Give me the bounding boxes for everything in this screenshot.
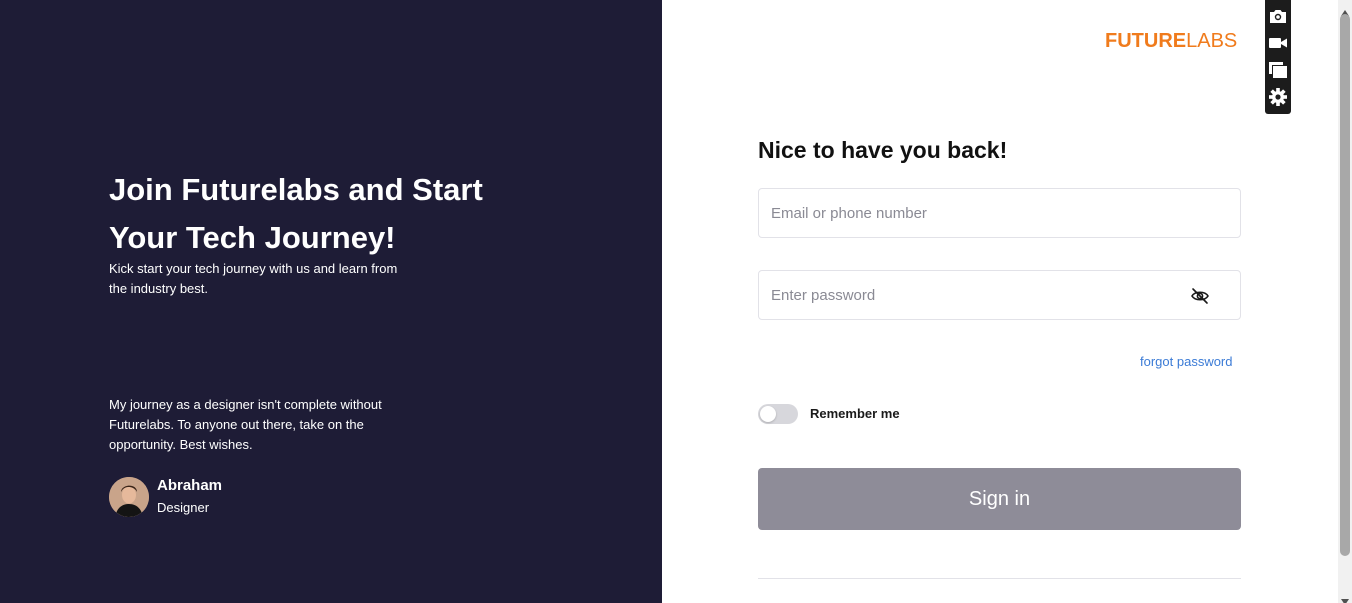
eye-off-icon[interactable] xyxy=(1190,286,1210,306)
hero-subtitle: Kick start your tech journey with us and… xyxy=(109,261,398,296)
floating-toolbar xyxy=(1265,0,1291,114)
left-panel: Join Futurelabs and Start Your Tech Jour… xyxy=(0,0,662,603)
forgot-password-link[interactable]: forgot password xyxy=(1140,353,1233,371)
testimonial-quote: My journey as a designer isn't complete … xyxy=(109,397,382,452)
video-icon[interactable] xyxy=(1268,33,1288,53)
password-input[interactable] xyxy=(759,271,1240,319)
email-input[interactable] xyxy=(759,189,1240,237)
author-role: Designer xyxy=(157,500,210,515)
windows-icon[interactable] xyxy=(1268,60,1288,80)
testimonial-author: Abraham Designer xyxy=(109,476,222,518)
toggle-knob xyxy=(760,406,776,422)
logo-text-strong: FUTURE xyxy=(1105,30,1187,52)
avatar xyxy=(109,477,149,517)
scroll-down-arrow-icon[interactable] xyxy=(1341,592,1349,603)
author-name: Abraham xyxy=(157,477,223,494)
divider xyxy=(758,578,1241,579)
password-field xyxy=(758,270,1241,320)
camera-icon[interactable] xyxy=(1268,6,1288,26)
form-title: Nice to have you back! xyxy=(758,137,1008,163)
scroll-thumb[interactable] xyxy=(1340,14,1350,556)
futurelabs-logo[interactable]: FUTURELABS xyxy=(1105,30,1237,52)
email-field xyxy=(758,188,1241,238)
page-scrollbar[interactable] xyxy=(1338,0,1352,603)
hero-title: Join Futurelabs and Start Your Tech Jour… xyxy=(109,172,483,255)
remember-me-label: Remember me xyxy=(810,406,900,421)
remember-me-toggle[interactable] xyxy=(758,404,798,424)
sign-in-button[interactable]: Sign in xyxy=(758,468,1241,530)
scroll-up-arrow-icon[interactable] xyxy=(1341,3,1349,16)
logo-text-light: LABS xyxy=(1186,30,1238,52)
gear-icon[interactable] xyxy=(1268,87,1288,107)
